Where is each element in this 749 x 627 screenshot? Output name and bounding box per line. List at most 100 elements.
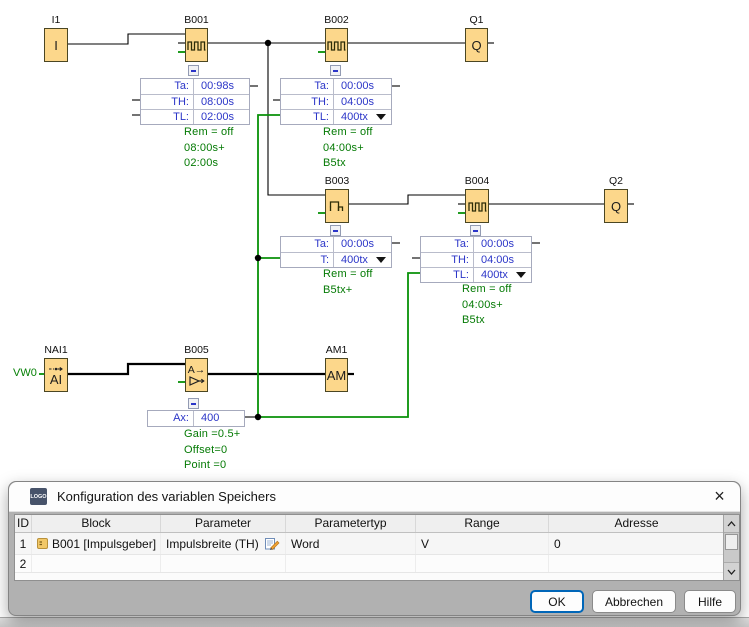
cell-text-adresse: 0 (554, 537, 561, 551)
fbd-circuit-canvas: I1IB001B002Q1QB003B004Q2QNAI1AIB005A→AM1… (0, 0, 749, 478)
dropdown-arrow-icon[interactable] (376, 257, 386, 263)
dropdown-arrow-icon[interactable] (516, 272, 526, 278)
cell-id: 2 (15, 555, 32, 572)
param-label: TL: (141, 110, 194, 124)
param-label: TH: (421, 253, 474, 267)
scrollbar-up-icon[interactable] (724, 515, 739, 533)
cell-parameter (161, 555, 286, 572)
param-row: Ta:00:00s (281, 79, 391, 94)
amplifier-icon (188, 376, 206, 386)
parameter-note: Rem = off04:00s+B5tx (462, 283, 512, 330)
parameter-note-line: Gain =0.5+ (184, 428, 240, 444)
cell-text-id: 1 (20, 537, 27, 551)
table-row-1[interactable]: 1B001 [Impulsgeber]Impulsbreite (TH)Word… (15, 533, 739, 555)
ok-button[interactable]: OK (530, 590, 584, 613)
param-row: Ta:00:00s (281, 237, 391, 252)
block-B001[interactable] (185, 28, 208, 62)
param-label: Ta: (281, 79, 334, 94)
analog-wire (68, 364, 186, 374)
wire-junction-dot (255, 255, 261, 261)
connection-wire (68, 34, 186, 44)
param-label: Ta: (281, 237, 334, 252)
param-value[interactable]: 02:00s (194, 110, 249, 124)
pulse-train-icon (187, 38, 206, 52)
collapse-parameter-icon[interactable] (330, 65, 341, 76)
connection-wire (349, 195, 466, 204)
abbrechen-button[interactable]: Abbrechen (592, 590, 676, 613)
table-scrollbar (723, 515, 739, 580)
block-B004[interactable] (465, 189, 489, 223)
collapse-parameter-icon[interactable] (188, 398, 199, 409)
cell-parameter: Impulsbreite (TH) (161, 533, 286, 554)
input-NAI1[interactable]: AI (44, 358, 68, 392)
variable-memory-table: IDBlockParameterParametertypRangeAdresse… (14, 514, 740, 581)
param-row: TL:400tx (281, 109, 391, 124)
output-Q1-letter: Q (471, 39, 481, 52)
input-I1-letter: I (54, 39, 58, 52)
output-AM1-label: AM1 (315, 344, 358, 356)
params-B001: Ta:00:98sTH:08:00sTL:02:00s (140, 78, 250, 125)
collapse-parameter-icon[interactable] (470, 225, 481, 236)
param-label: TH: (141, 95, 194, 109)
dialog-titlebar: LOGO Konfiguration des variablen Speiche… (9, 482, 740, 512)
output-Q2[interactable]: Q (604, 189, 628, 223)
param-row: T:400tx (281, 252, 391, 267)
table-row-2[interactable]: 2 (15, 555, 739, 573)
param-value[interactable]: 00:00s (334, 79, 391, 94)
cell-adresse (549, 555, 725, 572)
cell-text-parameter: Impulsbreite (TH) (166, 537, 259, 551)
dropdown-arrow-icon[interactable] (376, 114, 386, 120)
param-value[interactable]: 00:00s (474, 237, 531, 252)
params-B005: Ax:400 (147, 410, 245, 427)
dialog-title: Konfiguration des variablen Speichers (57, 489, 276, 504)
close-icon[interactable]: × (708, 485, 731, 508)
param-label: TH: (281, 95, 334, 109)
network-input-address-label: VW0 (13, 367, 37, 379)
cell-parametertyp (286, 555, 416, 572)
parameter-note-line: Rem = off (323, 126, 373, 142)
block-mini-icon (37, 538, 48, 549)
table-header-row: IDBlockParameterParametertypRangeAdresse (15, 515, 739, 533)
output-AM1[interactable]: AM (325, 358, 348, 392)
block-B005[interactable]: A→ (185, 358, 208, 392)
edit-parameter-icon[interactable] (265, 537, 280, 550)
parameter-note-line: Point =0 (184, 459, 240, 475)
parameter-note-line: B5tx (462, 314, 512, 330)
param-label: Ta: (421, 237, 474, 252)
param-value[interactable]: 04:00s (474, 253, 531, 267)
wire-junction-dot (255, 414, 261, 420)
cell-parametertyp: Word (286, 533, 416, 554)
scrollbar-down-icon[interactable] (724, 562, 739, 580)
collapse-parameter-icon[interactable] (188, 65, 199, 76)
pulse-train-icon (468, 199, 487, 213)
dialog-footer: OK Abbrechen Hilfe (530, 590, 736, 613)
block-B003-label: B003 (315, 175, 359, 187)
block-B003[interactable] (325, 189, 349, 223)
param-value[interactable]: 00:98s (194, 79, 249, 94)
param-value[interactable]: 04:00s (334, 95, 391, 109)
param-value[interactable]: 00:00s (334, 237, 391, 252)
scrollbar-thumb[interactable] (725, 534, 738, 550)
parameter-note: Rem = off08:00s+02:00s (184, 126, 234, 173)
parameter-note-line: Rem = off (184, 126, 234, 142)
output-Q1-label: Q1 (455, 14, 498, 26)
input-I1[interactable]: I (44, 28, 68, 62)
param-row: Ta:00:98s (141, 79, 249, 94)
block-B002[interactable] (325, 28, 348, 62)
param-value[interactable]: 08:00s (194, 95, 249, 109)
param-value[interactable]: 400 (194, 411, 244, 426)
hilfe-button[interactable]: Hilfe (684, 590, 736, 613)
block-B005-label: B005 (175, 344, 218, 356)
input-NAI1-letter: AI (50, 373, 62, 386)
logo-app-icon: LOGO (30, 488, 47, 505)
params-B004: Ta:00:00sTH:04:00sTL:400tx (420, 236, 532, 283)
column-header-range: Range (416, 515, 549, 532)
cell-text-range: V (421, 537, 429, 551)
param-row: TH:04:00s (281, 94, 391, 109)
param-row: TH:04:00s (421, 252, 531, 267)
collapse-parameter-icon[interactable] (330, 225, 341, 236)
cell-block (32, 555, 161, 572)
block-B005-letter: A→ (188, 365, 206, 376)
output-Q1[interactable]: Q (465, 28, 488, 62)
output-Q2-label: Q2 (594, 175, 638, 187)
